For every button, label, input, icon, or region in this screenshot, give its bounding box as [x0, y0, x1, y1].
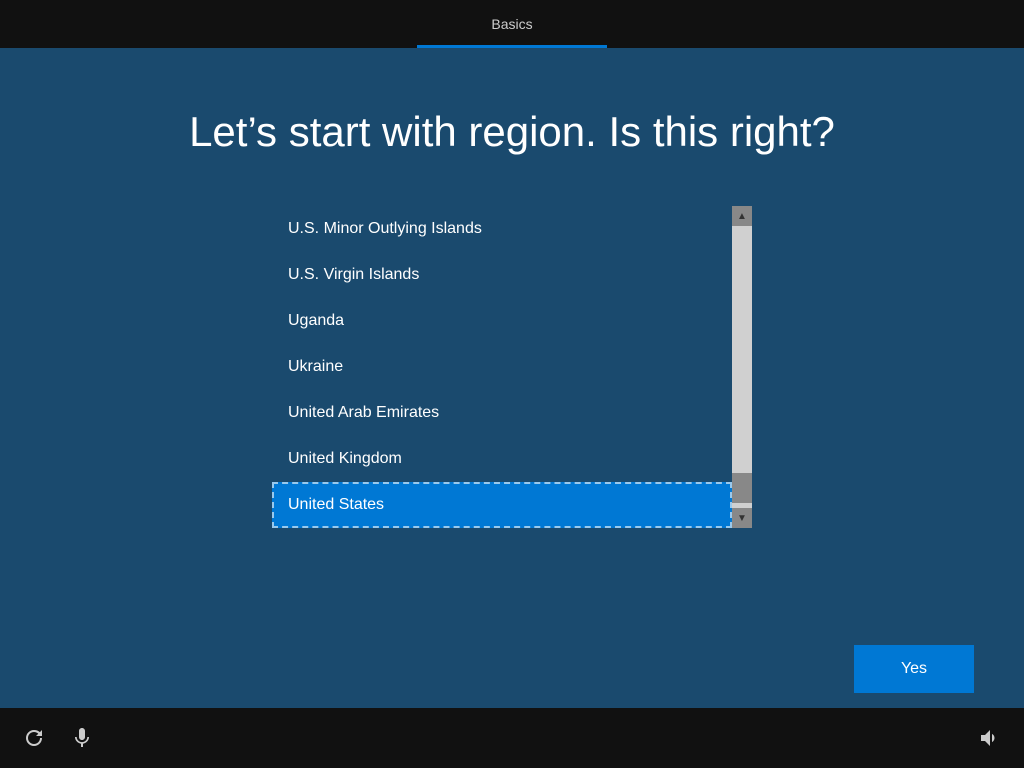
- bottom-bar: [0, 708, 1024, 768]
- scrollbar-handle[interactable]: [732, 473, 752, 503]
- list-item[interactable]: United States: [272, 482, 732, 528]
- scrollbar-track[interactable]: ▲ ▼: [732, 206, 752, 528]
- scrollbar-middle: [732, 226, 752, 508]
- region-listbox[interactable]: U.S. Minor Outlying IslandsU.S. Virgin I…: [272, 206, 732, 528]
- region-list-container: U.S. Minor Outlying IslandsU.S. Virgin I…: [272, 206, 752, 528]
- list-item[interactable]: United Arab Emirates: [272, 390, 732, 436]
- yes-button[interactable]: Yes: [854, 645, 974, 693]
- list-item[interactable]: Ukraine: [272, 344, 732, 390]
- page-heading: Let’s start with region. Is this right?: [189, 108, 835, 156]
- volume-icon[interactable]: [976, 724, 1004, 752]
- scrollbar-up-button[interactable]: ▲: [732, 206, 752, 226]
- bottom-left-icons: [20, 724, 96, 752]
- back-icon[interactable]: [20, 724, 48, 752]
- top-bar-underline: [417, 45, 607, 48]
- bottom-right-icons: [976, 724, 1004, 752]
- top-bar-title: Basics: [491, 16, 532, 32]
- scrollbar-down-button[interactable]: ▼: [732, 508, 752, 528]
- top-bar: Basics: [0, 0, 1024, 48]
- list-item[interactable]: U.S. Virgin Islands: [272, 252, 732, 298]
- list-item[interactable]: U.S. Minor Outlying Islands: [272, 206, 732, 252]
- microphone-icon[interactable]: [68, 724, 96, 752]
- list-item[interactable]: Uganda: [272, 298, 732, 344]
- main-content: Let’s start with region. Is this right? …: [0, 48, 1024, 708]
- list-item[interactable]: United Kingdom: [272, 436, 732, 482]
